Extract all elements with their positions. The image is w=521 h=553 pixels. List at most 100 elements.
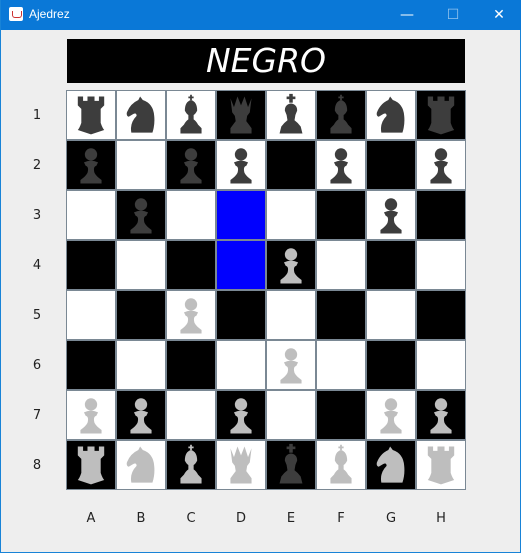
king-icon <box>269 92 313 138</box>
minimize-button[interactable]: — <box>384 0 430 30</box>
square-a5[interactable] <box>67 291 115 339</box>
square-b5[interactable] <box>117 291 165 339</box>
square-a3[interactable] <box>67 191 115 239</box>
square-a6[interactable] <box>67 341 115 389</box>
pawn-icon <box>219 142 263 188</box>
java-cup-icon <box>9 7 23 21</box>
square-h6[interactable] <box>417 341 465 389</box>
pawn-icon <box>69 142 113 188</box>
square-d1[interactable] <box>217 91 265 139</box>
square-g5[interactable] <box>367 291 415 339</box>
knight-icon <box>369 92 413 138</box>
row-label: 6 <box>32 358 42 373</box>
square-d3[interactable] <box>217 191 265 239</box>
square-e8[interactable] <box>267 441 315 489</box>
square-e3[interactable] <box>267 191 315 239</box>
column-label: H <box>436 511 446 526</box>
square-f6[interactable] <box>317 341 365 389</box>
square-h2[interactable] <box>417 141 465 189</box>
square-b7[interactable] <box>117 391 165 439</box>
square-f5[interactable] <box>317 291 365 339</box>
square-a7[interactable] <box>67 391 115 439</box>
square-a2[interactable] <box>67 141 115 189</box>
app-window: Ajedrez — ☐ ✕ NEGRO 1 2 3 4 5 6 7 8 A B C D E F G H <box>0 0 521 553</box>
square-b8[interactable] <box>117 441 165 489</box>
square-c1[interactable] <box>167 91 215 139</box>
square-f2[interactable] <box>317 141 365 189</box>
square-c4[interactable] <box>167 241 215 289</box>
square-g7[interactable] <box>367 391 415 439</box>
row-label: 8 <box>32 458 42 473</box>
pawn-icon <box>169 292 213 338</box>
row-label: 5 <box>32 308 42 323</box>
square-a8[interactable] <box>67 441 115 489</box>
square-c5[interactable] <box>167 291 215 339</box>
column-label: F <box>337 511 345 526</box>
square-b4[interactable] <box>117 241 165 289</box>
maximize-button[interactable]: ☐ <box>430 0 476 30</box>
square-b1[interactable] <box>117 91 165 139</box>
knight-icon <box>369 442 413 488</box>
window-title: Ajedrez <box>29 7 70 21</box>
square-h3[interactable] <box>417 191 465 239</box>
square-c6[interactable] <box>167 341 215 389</box>
column-label: B <box>136 511 146 526</box>
square-a4[interactable] <box>67 241 115 289</box>
square-e4[interactable] <box>267 241 315 289</box>
rook-icon <box>69 92 113 138</box>
square-d4[interactable] <box>217 241 265 289</box>
title-bar[interactable]: Ajedrez — ☐ ✕ <box>1 0 521 30</box>
square-e7[interactable] <box>267 391 315 439</box>
pawn-icon <box>219 392 263 438</box>
square-h7[interactable] <box>417 391 465 439</box>
pawn-icon <box>319 142 363 188</box>
square-b6[interactable] <box>117 341 165 389</box>
square-h5[interactable] <box>417 291 465 339</box>
square-h1[interactable] <box>417 91 465 139</box>
square-d2[interactable] <box>217 141 265 189</box>
column-label: G <box>385 511 397 526</box>
square-a1[interactable] <box>67 91 115 139</box>
close-button[interactable]: ✕ <box>476 0 521 30</box>
square-c2[interactable] <box>167 141 215 189</box>
square-c7[interactable] <box>167 391 215 439</box>
square-d6[interactable] <box>217 341 265 389</box>
square-h4[interactable] <box>417 241 465 289</box>
square-f7[interactable] <box>317 391 365 439</box>
pawn-icon <box>119 392 163 438</box>
turn-banner: NEGRO <box>67 39 465 83</box>
row-label: 2 <box>32 158 42 173</box>
square-f8[interactable] <box>317 441 365 489</box>
bishop-icon <box>169 92 213 138</box>
square-f4[interactable] <box>317 241 365 289</box>
square-g3[interactable] <box>367 191 415 239</box>
row-label: 4 <box>32 258 42 273</box>
square-e1[interactable] <box>267 91 315 139</box>
bishop-icon <box>319 442 363 488</box>
bishop-icon <box>319 92 363 138</box>
square-g8[interactable] <box>367 441 415 489</box>
column-label: D <box>235 511 246 526</box>
square-c8[interactable] <box>167 441 215 489</box>
square-g1[interactable] <box>367 91 415 139</box>
square-e5[interactable] <box>267 291 315 339</box>
square-g4[interactable] <box>367 241 415 289</box>
queen-icon <box>219 92 263 138</box>
square-f3[interactable] <box>317 191 365 239</box>
knight-icon <box>119 92 163 138</box>
square-e2[interactable] <box>267 141 315 189</box>
square-c3[interactable] <box>167 191 215 239</box>
square-f1[interactable] <box>317 91 365 139</box>
square-g2[interactable] <box>367 141 415 189</box>
square-b2[interactable] <box>117 141 165 189</box>
rook-icon <box>419 92 463 138</box>
square-b3[interactable] <box>117 191 165 239</box>
square-d7[interactable] <box>217 391 265 439</box>
square-h8[interactable] <box>417 441 465 489</box>
square-g6[interactable] <box>367 341 415 389</box>
square-d5[interactable] <box>217 291 265 339</box>
knight-icon <box>119 442 163 488</box>
square-d8[interactable] <box>217 441 265 489</box>
pawn-icon <box>119 192 163 238</box>
square-e6[interactable] <box>267 341 315 389</box>
